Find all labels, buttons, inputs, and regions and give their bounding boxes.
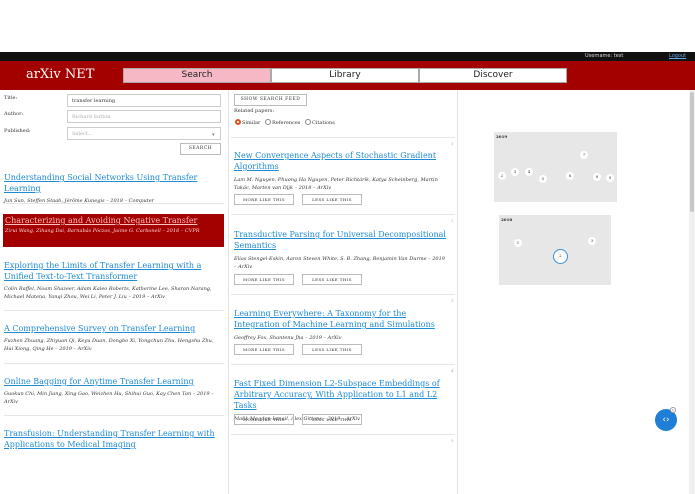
graph-node[interactable]: 3 — [511, 168, 519, 176]
feed-index: 5 — [451, 438, 454, 443]
brand-logo[interactable]: arXiv NET — [26, 67, 94, 82]
paper-meta: Colin Raffel, Noam Shazeer, Adam Kaleo R… — [4, 286, 212, 300]
radio-references[interactable]: References — [264, 119, 300, 126]
graph-year-label: 2019 — [496, 134, 508, 139]
paper-title-link[interactable]: A Comprehensive Survey on Transfer Learn… — [4, 323, 224, 334]
citation-graph-2019[interactable]: 2019 2 3 4 5 6 7 8 9 — [494, 132, 617, 202]
paper-title-link[interactable]: Exploring the Limits of Transfer Learnin… — [4, 260, 224, 282]
top-bar: Username: test Logout — [0, 52, 695, 61]
feed-meta: Geoffrey Fox, Shantenu Jha – 2019 – ArXi… — [234, 335, 342, 341]
radio-citations[interactable]: Citations — [304, 119, 335, 126]
divider — [231, 137, 455, 138]
title-input[interactable]: transfer learning — [67, 94, 221, 107]
paper-meta: Guokun Chi, Min Jiang, Xing Gao, Weizhen… — [4, 391, 214, 405]
less-like-this-button[interactable]: LESS LIKE THIS — [302, 414, 362, 425]
less-like-this-button[interactable]: LESS LIKE THIS — [302, 274, 362, 285]
related-papers-label: Related papers: — [234, 108, 275, 114]
author-input[interactable]: Richard Sutton — [67, 110, 221, 123]
list-item[interactable]: Understanding Social Networks Using Tran… — [4, 172, 224, 205]
related-radio-group: Similar References Citations — [235, 119, 335, 126]
divider — [4, 415, 224, 416]
graph-node[interactable]: 8 — [593, 173, 601, 181]
feed-item[interactable]: Learning Everywhere: A Taxonomy for the … — [234, 308, 446, 342]
divider — [4, 203, 224, 204]
tab-search[interactable]: Search — [123, 68, 271, 83]
less-like-this-button[interactable]: LESS LIKE THIS — [302, 194, 362, 205]
graph-node[interactable]: 7 — [580, 151, 588, 159]
more-like-this-button[interactable]: MORE LIKE THIS — [234, 194, 294, 205]
feed-title-link[interactable]: Transductive Parsing for Universal Decom… — [234, 229, 446, 251]
feed-title-link[interactable]: Learning Everywhere: A Taxonomy for the … — [234, 308, 446, 330]
tab-discover[interactable]: Discover — [419, 68, 567, 83]
list-item[interactable]: Transfusion: Understanding Transfer Lear… — [4, 428, 224, 450]
tab-library[interactable]: Library — [271, 68, 419, 83]
graph-node[interactable]: 1 — [514, 239, 522, 247]
citation-graph-2018[interactable]: 2018 1 2 3 — [499, 215, 611, 285]
paper-title-link[interactable]: Transfusion: Understanding Transfer Lear… — [4, 428, 224, 450]
list-item[interactable]: Online Bagging for Anytime Transfer Lear… — [4, 376, 224, 406]
list-item[interactable]: Exploring the Limits of Transfer Learnin… — [4, 260, 224, 301]
list-item[interactable]: A Comprehensive Survey on Transfer Learn… — [4, 323, 224, 353]
more-like-this-button[interactable]: MORE LIKE THIS — [234, 414, 294, 425]
graph-year-label: 2018 — [501, 217, 513, 222]
paper-title-link[interactable]: Online Bagging for Anytime Transfer Lear… — [4, 376, 224, 387]
divider — [231, 364, 455, 365]
feed-index: 1 — [451, 141, 454, 146]
feed-title-link[interactable]: New Convergence Aspects of Stochastic Gr… — [234, 150, 446, 172]
search-button[interactable]: SEARCH — [180, 143, 221, 155]
fab-badge: 1 — [670, 407, 676, 413]
graph-node[interactable]: 6 — [566, 172, 574, 180]
logout-link[interactable]: Logout — [669, 53, 686, 59]
feed-item[interactable]: Transductive Parsing for Universal Decom… — [234, 229, 446, 271]
feed-meta: Elias Stengel-Eskin, Aaron Steven White,… — [234, 256, 445, 270]
feed-index: 4 — [451, 368, 454, 373]
feed-index: 3 — [451, 298, 454, 303]
graph-node[interactable]: 5 — [539, 175, 547, 183]
column-divider — [228, 90, 229, 494]
more-like-this-button[interactable]: MORE LIKE THIS — [234, 274, 294, 285]
chevron-down-icon[interactable]: ▾ — [212, 132, 215, 138]
author-label: Author: — [4, 111, 24, 117]
divider — [231, 434, 455, 435]
divider — [4, 310, 224, 311]
divider — [4, 363, 224, 364]
show-search-feed-button[interactable]: SHOW SEARCH FEED — [234, 94, 307, 106]
list-item-selected[interactable]: Characterizing and Avoiding Negative Tra… — [3, 214, 224, 247]
divider — [231, 294, 455, 295]
graph-node[interactable]: 4 — [525, 168, 533, 176]
paper-meta: Zirui Wang, Zihang Dai, Barnabás Póczos,… — [5, 228, 200, 234]
divider — [231, 214, 455, 215]
navbar: arXiv NET Search Library Discover — [0, 61, 695, 90]
feed-meta: Lam M. Nguyen, Phuong Ha Nguyen, Peter R… — [234, 177, 438, 191]
paper-title-link[interactable]: Understanding Social Networks Using Tran… — [4, 172, 224, 194]
radio-similar[interactable]: Similar — [235, 119, 260, 126]
published-select[interactable]: Select... — [67, 127, 221, 140]
feed-item[interactable]: New Convergence Aspects of Stochastic Gr… — [234, 150, 446, 192]
paper-title-link[interactable]: Characterizing and Avoiding Negative Tra… — [5, 215, 224, 226]
username-label: Username: test — [585, 53, 624, 59]
less-like-this-button[interactable]: LESS LIKE THIS — [302, 344, 362, 355]
column-divider — [457, 90, 458, 494]
feed-title-link[interactable]: Fast Fixed Dimension L2-Subspace Embeddi… — [234, 378, 446, 411]
graph-node[interactable]: 9 — [606, 174, 614, 182]
more-like-this-button[interactable]: MORE LIKE THIS — [234, 344, 294, 355]
paper-meta: Fuzhen Zhuang, Zhiyuan Qi, Keyu Duan, Do… — [4, 338, 214, 352]
graph-node[interactable]: 2 — [498, 172, 506, 180]
graph-node[interactable]: 3 — [588, 237, 596, 245]
published-label: Published: — [4, 128, 31, 134]
graph-node-selected[interactable]: 2 — [553, 249, 568, 264]
title-label: Title: — [4, 95, 18, 101]
scrollbar-thumb[interactable] — [690, 92, 694, 212]
feed-index: 2 — [451, 218, 454, 223]
